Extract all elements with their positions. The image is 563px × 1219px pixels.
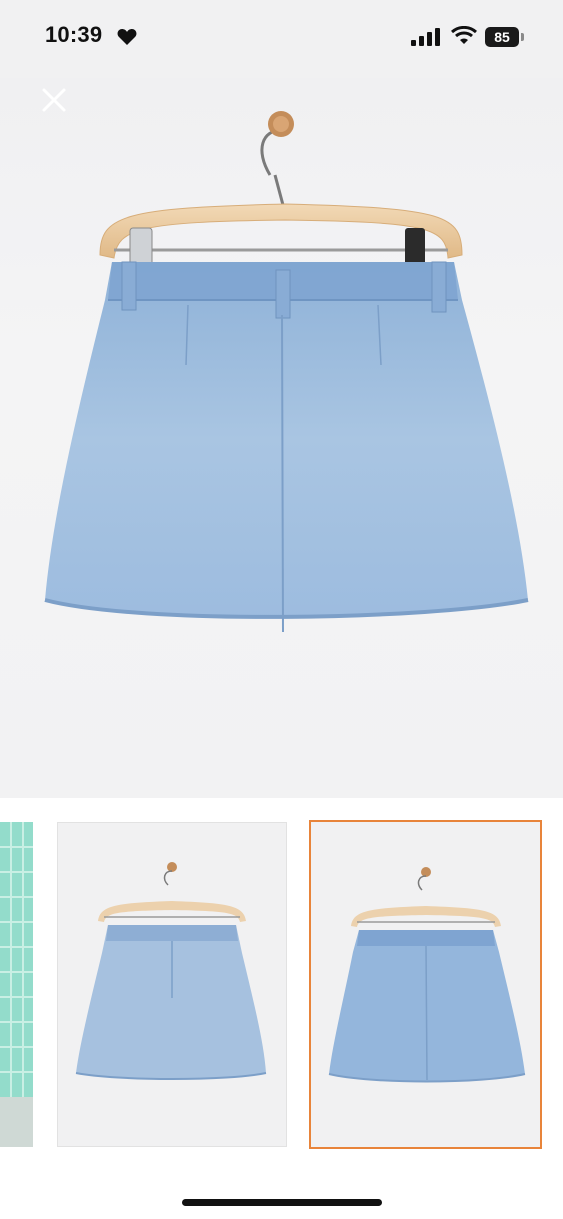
thumbnail-3-selected[interactable]	[309, 820, 542, 1149]
wifi-icon	[451, 26, 477, 44]
home-indicator[interactable]	[182, 1199, 382, 1206]
battery-cap	[521, 33, 524, 41]
tile-wall-thumbnail-image	[0, 822, 33, 1147]
heart-icon	[117, 29, 137, 45]
battery-indicator: 85	[485, 27, 519, 47]
denim-skirt-back-photo	[44, 111, 529, 633]
battery-level: 85	[494, 29, 510, 45]
close-icon	[42, 88, 66, 112]
skirt-front-thumbnail-image	[58, 823, 286, 1146]
skirt-back-thumbnail-image	[311, 822, 540, 1147]
close-button[interactable]	[38, 84, 70, 116]
status-time: 10:39	[45, 22, 103, 47]
thumbnail-1[interactable]	[0, 822, 33, 1147]
cellular-signal-icon	[411, 28, 440, 46]
status-bar: 10:39 85	[0, 0, 563, 78]
main-product-image[interactable]	[0, 0, 563, 798]
thumbnail-2[interactable]	[57, 822, 287, 1147]
